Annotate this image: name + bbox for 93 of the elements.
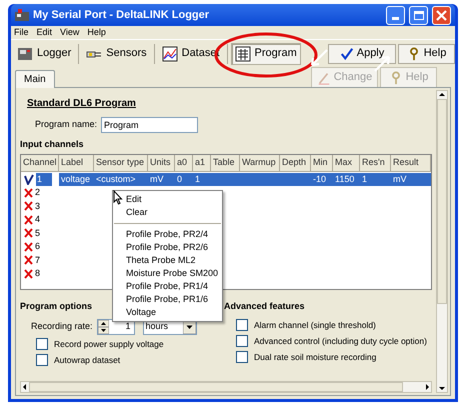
table-cell: voltage [61, 172, 90, 186]
cross-icon [24, 188, 33, 198]
column-header[interactable]: Min [311, 154, 333, 172]
column-header[interactable]: Max [333, 154, 360, 172]
program-icon [234, 46, 251, 62]
program-name-field[interactable]: Program [101, 117, 198, 133]
table-cell-text: -10 [313, 172, 326, 186]
column-header[interactable]: Res'n [360, 154, 391, 172]
cross-icon [24, 228, 33, 238]
menu-item[interactable]: Profile Probe, PR2/6 [113, 241, 222, 254]
cross-icon [24, 201, 33, 212]
checkbox-label: Alarm channel (single threshold) [254, 319, 376, 332]
menu-item[interactable]: Edit [36, 26, 52, 40]
scroll-left-icon[interactable] [21, 383, 29, 391]
close-icon [436, 10, 447, 20]
table-cell-text: 2 [35, 186, 40, 199]
table-cell: 1 [36, 172, 52, 186]
scroll-right-icon[interactable] [423, 383, 431, 391]
toolbar-button[interactable]: Logger [13, 42, 76, 64]
section-title: Input channels [20, 138, 84, 151]
table-cell-text: 4 [35, 213, 40, 226]
column-header[interactable]: Units [148, 154, 175, 172]
cross-icon [24, 255, 33, 266]
column-header[interactable]: Warmup [240, 154, 280, 172]
table-cell-text: 3 [35, 200, 40, 212]
toolbar-button[interactable]: Program [230, 42, 301, 64]
check-mark-icon [24, 174, 34, 185]
window-title: My Serial Port - DeltaLINK Logger [33, 8, 210, 23]
spin-arrows-icon[interactable] [98, 320, 109, 334]
program-name-label: Program name: [35, 118, 98, 132]
table-cell-text: <custom> [96, 172, 136, 186]
pencil-icon [316, 70, 331, 84]
table-cell-text: 0 [177, 172, 182, 186]
program-heading: Standard DL6 Program [27, 97, 136, 111]
column-header[interactable]: Channel [21, 154, 59, 172]
horizontal-scrollbar[interactable] [20, 381, 432, 393]
selected-row[interactable]: 1 voltage <custom> mV 0 1 -10 1150 1 mV [21, 172, 431, 186]
cross-icon [24, 242, 33, 252]
menu-item[interactable]: Profile Probe, PR1/4 [113, 280, 222, 293]
table-cell-text: 1 [362, 172, 368, 186]
dataset-icon [162, 46, 178, 62]
menu-item[interactable]: Voltage [113, 306, 222, 319]
vertical-scrollbar[interactable] [436, 90, 448, 393]
table-cell-text: 1150 [335, 172, 354, 186]
menu-item[interactable]: Help [87, 26, 106, 40]
recording-rate-label: Recording rate: [31, 320, 93, 334]
app-icon [15, 9, 29, 21]
column-header[interactable]: a1 [193, 154, 211, 172]
table-cell-text: 1 [195, 172, 200, 186]
column-header[interactable]: Sensor type [94, 154, 148, 172]
table-cell-text: mV [150, 172, 164, 186]
logger-icon [17, 46, 33, 62]
checkbox[interactable] [236, 335, 248, 348]
scroll-down-icon[interactable] [438, 384, 446, 392]
table-cell-text: 8 [35, 267, 40, 280]
cross-icon [24, 268, 33, 279]
checkbox-label: Dual rate soil moisture recording [254, 350, 376, 364]
column-header[interactable]: Label [59, 154, 94, 172]
close-button[interactable] [432, 6, 451, 24]
maximize-button[interactable] [409, 6, 428, 24]
apply-button[interactable]: Apply [328, 44, 396, 64]
section-title: Advanced features [224, 300, 305, 312]
column-header[interactable]: a0 [175, 154, 193, 172]
column-header[interactable]: Table [211, 154, 240, 172]
menu-item[interactable]: View [60, 26, 80, 40]
table-cell-text: 7 [35, 254, 40, 266]
help-button[interactable]: Help [398, 44, 455, 64]
minimize-button[interactable] [386, 6, 405, 24]
arrow-drawing [310, 49, 328, 67]
toolbar-button[interactable]: Sensors [82, 42, 151, 64]
column-header[interactable]: Result [391, 154, 431, 172]
cross-icon [24, 214, 33, 225]
menu-item[interactable]: Profile Probe, PR2/4 [113, 228, 222, 241]
checkbox[interactable] [36, 354, 48, 366]
menu-item[interactable]: File [14, 26, 29, 40]
menu-item[interactable]: Clear [113, 206, 222, 219]
section-title: Program options [20, 300, 92, 313]
tab[interactable]: Main [15, 70, 55, 88]
checkbox[interactable] [36, 338, 48, 350]
checkmark-icon [340, 46, 354, 60]
table-cell-text: 5 [35, 226, 40, 240]
column-header[interactable]: Depth [280, 154, 311, 172]
menu-item[interactable]: Moisture Probe SM200 [113, 267, 222, 280]
menu-item[interactable]: Theta Probe ML2 [113, 254, 222, 267]
checkbox-label: Record power supply voltage [54, 338, 164, 351]
checkbox[interactable] [236, 319, 248, 332]
checkbox-label: Advanced control (including duty cycle option) [254, 334, 427, 348]
menu-item[interactable]: Profile Probe, PR1/6 [113, 293, 222, 306]
recording-rate-value: 1 [124, 320, 132, 334]
checkbox[interactable] [236, 350, 248, 363]
table-cell-text: 6 [35, 240, 40, 253]
table-cell-text: mV [393, 172, 406, 186]
checkbox-label: Autowrap dataset [54, 354, 120, 366]
